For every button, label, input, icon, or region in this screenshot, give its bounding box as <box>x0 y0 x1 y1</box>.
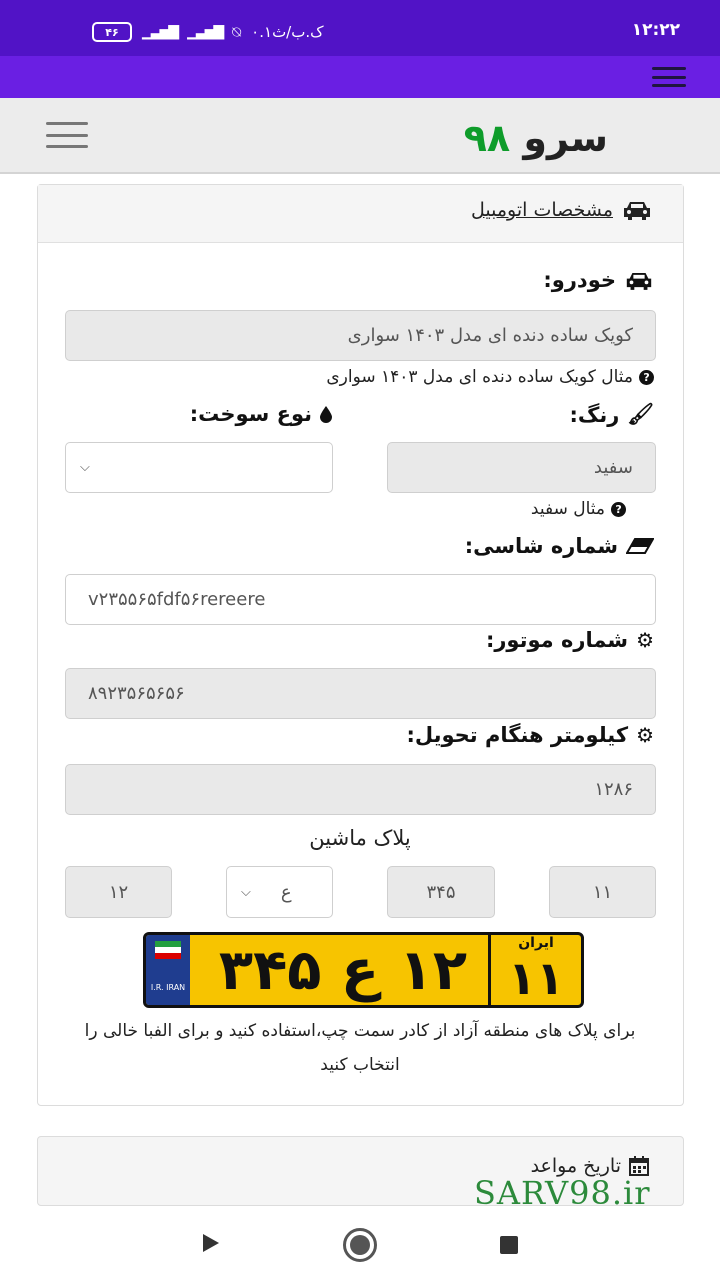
network-speed: ۰.۱ک.ب/ث <box>251 23 324 41</box>
color-label: 🖌 رنگ: <box>569 402 654 427</box>
chassis-label-text: شماره شاسی: <box>464 534 618 558</box>
status-icons: ۴۶ ▁▃▅▇ ▁▃▅▇ ⍉ ۰.۱ک.ب/ث <box>92 22 324 42</box>
fuel-label-text: نوع سوخت: <box>189 402 312 426</box>
car-hint: ? مثال کویک ساده دنده ای مدل ۱۴۰۳ سواری <box>326 367 654 387</box>
chevron-down-icon: ⌵ <box>80 460 90 475</box>
fuel-drop-icon <box>320 405 332 423</box>
chassis-label: شماره شاسی: <box>465 534 654 558</box>
chassis-input[interactable]: v۲۳۵۵۶۵fdf۵۶rereere <box>65 574 656 625</box>
recent-apps-icon[interactable] <box>500 1236 518 1254</box>
paint-brush-icon: 🖌 <box>627 402 654 426</box>
logo[interactable]: سرو ۹۸ <box>464 116 608 160</box>
km-label-text: کیلومتر هنگام تحویل: <box>406 723 629 747</box>
fuel-select[interactable]: ⌵ <box>65 442 333 493</box>
plate-country: ایران <box>518 935 554 951</box>
plate-three-digits-input[interactable]: ۳۴۵ <box>387 866 495 918</box>
plate-title: پلاک ماشین <box>309 826 411 850</box>
plate-region-value: ۱۱ <box>592 881 613 903</box>
chevron-down-icon: ⌵ <box>241 884 251 900</box>
color-hint: ? مثال سفید <box>531 499 626 519</box>
car-input-value: کویک ساده دنده ای مدل ۱۴۰۳ سواری <box>347 325 633 346</box>
calendar-icon <box>629 1156 649 1176</box>
plate-two-digits-value: ۱۲ <box>108 881 129 903</box>
km-input[interactable]: ۱۲۸۶ <box>65 764 656 815</box>
color-input-value: سفید <box>593 457 633 478</box>
color-label-text: رنگ: <box>569 402 620 427</box>
engine-label: ⚙ شماره موتور: <box>486 628 654 652</box>
plate-flag-text: I.R. IRAN <box>150 983 186 992</box>
plate-region-input[interactable]: ۱۱ <box>549 866 656 918</box>
alarm-off-icon: ⍉ <box>232 23 242 41</box>
system-nav-bar <box>0 1206 720 1280</box>
car-hint-text: مثال کویک ساده دنده ای مدل ۱۴۰۳ سواری <box>326 367 633 387</box>
hamburger-menu-icon[interactable] <box>46 122 88 148</box>
car-icon <box>626 272 652 290</box>
app-header: سرو ۹۸ <box>0 98 720 174</box>
cogs-icon: ⚙ <box>636 628 654 652</box>
plate-three-digits-value: ۳۴۵ <box>426 881 456 903</box>
engine-input-value: ۸۹۲۳۵۶۵۶۵۶ <box>88 683 185 704</box>
color-hint-text: مثال سفید <box>530 499 605 519</box>
color-input[interactable]: سفید <box>387 442 656 493</box>
status-bar: ۴۶ ▁▃▅▇ ▁▃▅▇ ⍉ ۰.۱ک.ب/ث ۱۲:۲۲ <box>0 0 720 56</box>
vehicle-card-title: مشخصات اتومبیل <box>471 199 613 221</box>
menu-icon[interactable] <box>652 67 686 87</box>
license-plate-preview: I.R. IRAN ۱۲ ع ۳۴۵ ایران ۱۱ <box>143 932 584 1008</box>
iran-flag-icon <box>155 941 181 959</box>
plate-region-code: ۱۱ <box>507 951 565 1005</box>
plate-letter-value: ع <box>280 881 292 903</box>
fuel-label: نوع سوخت: <box>190 402 332 426</box>
plate-flag: I.R. IRAN <box>146 935 190 1005</box>
plate-main-number: ۱۲ ع ۳۴۵ <box>218 937 468 1003</box>
logo-text: سرو <box>523 116 608 160</box>
plate-note: برای پلاک های منطقه آزاد از کادر سمت چپ،… <box>84 1021 636 1075</box>
cogs-icon: ⚙ <box>636 723 654 747</box>
plate-region-box: ایران ۱۱ <box>491 935 581 1005</box>
question-icon: ? <box>639 369 654 385</box>
car-icon <box>624 202 650 220</box>
car-label-text: خودرو: <box>543 268 616 292</box>
km-label: ⚙ کیلومتر هنگام تحویل: <box>406 723 654 747</box>
home-icon[interactable] <box>343 1228 377 1262</box>
car-label: خودرو: <box>543 268 654 292</box>
eraser-icon <box>626 538 654 554</box>
vehicle-card-header[interactable]: مشخصات اتومبیل <box>38 185 683 243</box>
engine-label-text: شماره موتور: <box>485 628 629 652</box>
status-time: ۱۲:۲۲ <box>631 20 680 40</box>
logo-number: ۹۸ <box>463 116 511 160</box>
top-toolbar <box>0 56 720 98</box>
question-icon: ? <box>611 501 626 517</box>
signal-icon: ▁▃▅▇ <box>142 24 179 40</box>
back-icon[interactable] <box>203 1234 219 1252</box>
signal-2-icon: ▁▃▅▇ <box>187 24 224 40</box>
engine-input[interactable]: ۸۹۲۳۵۶۵۶۵۶ <box>65 668 656 719</box>
car-input[interactable]: کویک ساده دنده ای مدل ۱۴۰۳ سواری <box>65 310 656 361</box>
plate-letter-select[interactable]: ⌵ ع <box>226 866 333 918</box>
battery-icon: ۴۶ <box>92 22 132 42</box>
battery-level: ۴۶ <box>105 25 119 39</box>
km-input-value: ۱۲۸۶ <box>594 779 633 800</box>
plate-two-digits-input[interactable]: ۱۲ <box>65 866 172 918</box>
chassis-input-value: v۲۳۵۵۶۵fdf۵۶rereere <box>88 589 266 610</box>
